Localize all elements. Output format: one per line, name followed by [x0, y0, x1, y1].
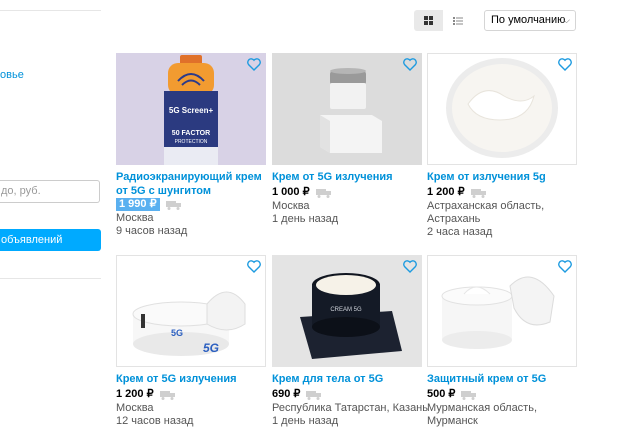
listing-photo[interactable]	[272, 53, 422, 165]
view-toggle	[414, 10, 472, 31]
favorite-heart-icon[interactable]	[403, 260, 417, 273]
price-row: 1 000 ₽	[272, 186, 332, 199]
sidebar-divider-bottom	[0, 278, 101, 279]
listing-location: Москва	[116, 402, 154, 414]
favorite-heart-icon[interactable]	[403, 58, 417, 71]
listing-photo[interactable]: 5G Screen+ 50 FACTOR PROTECTION	[116, 53, 266, 165]
delivery-truck-icon	[306, 390, 322, 400]
delivery-truck-icon	[461, 390, 477, 400]
listing-time: 2 часа назад	[427, 226, 493, 238]
sort-select-value: По умолчанию	[491, 14, 566, 26]
delivery-truck-icon	[159, 390, 175, 400]
product-label-text: PROTECTION	[175, 139, 208, 145]
favorite-heart-icon[interactable]	[558, 260, 572, 273]
product-label-text: 5G Screen+	[169, 106, 214, 115]
delivery-truck-icon	[470, 188, 486, 198]
listing-time: 12 часов назад	[116, 415, 194, 427]
price-row: 1 990 ₽	[116, 198, 182, 211]
listing-title[interactable]: Крем от 5G излучения	[272, 170, 422, 184]
show-results-button[interactable]: объявлений	[0, 229, 101, 251]
list-view-button[interactable]	[443, 10, 472, 31]
listing-price: 1 000 ₽	[272, 186, 310, 198]
listing-location: Астраханская область, Астрахань	[427, 200, 545, 225]
listing-time: 1 день назад	[272, 415, 339, 427]
listing-photo[interactable]: CREAM 5G	[272, 255, 422, 367]
product-label-text: 5G	[203, 341, 219, 355]
listing-price: 690 ₽	[272, 388, 301, 400]
sort-select[interactable]: По умолчанию ⌵	[484, 10, 576, 31]
delivery-truck-icon	[165, 200, 181, 210]
favorite-heart-icon[interactable]	[247, 260, 261, 273]
grid-view-icon	[424, 16, 433, 25]
listing-location: Мурманская область, Мурманск	[427, 402, 538, 427]
listing-location: Москва	[116, 212, 154, 224]
product-photo: 5G 5G	[117, 256, 265, 366]
product-photo	[428, 54, 576, 164]
listing-time: 1 день назад	[272, 213, 339, 225]
chevron-down-icon: ⌵	[563, 15, 570, 25]
product-photo: 5G Screen+ 50 FACTOR PROTECTION	[116, 53, 266, 165]
product-label-text: CREAM 5G	[330, 307, 362, 313]
price-to-field[interactable]	[0, 180, 100, 203]
price-row: 690 ₽	[272, 388, 322, 401]
price-row: 1 200 ₽	[116, 388, 176, 401]
grid-view-button[interactable]	[414, 10, 443, 31]
listing-location: Москва	[272, 200, 310, 212]
product-photo: CREAM 5G	[272, 255, 422, 367]
price-to-input[interactable]	[0, 181, 97, 201]
favorite-heart-icon[interactable]	[247, 58, 261, 71]
listing-price: 1 200 ₽	[116, 388, 154, 400]
product-photo	[428, 256, 576, 366]
listing-photo[interactable]	[427, 255, 577, 367]
product-label-text: 50 FACTOR	[172, 130, 210, 137]
listing-location: Республика Татарстан, Казань	[272, 402, 428, 414]
listing-title[interactable]: Радиоэкранирующий крем от 5G с шунгитом	[116, 170, 266, 198]
sidebar-category-link[interactable]: овье	[0, 68, 24, 82]
list-view-icon	[452, 16, 463, 25]
delivery-truck-icon	[315, 188, 331, 198]
listing-title[interactable]: Крем для тела от 5G	[272, 372, 422, 386]
product-photo	[272, 53, 422, 165]
sidebar-divider-top	[0, 10, 101, 11]
listing-price: 1 200 ₽	[427, 186, 465, 198]
listing-photo[interactable]	[427, 53, 577, 165]
price-row: 1 200 ₽	[427, 186, 487, 199]
product-label-text: 5G	[171, 328, 183, 338]
listing-title[interactable]: Крем от 5G излучения	[116, 372, 266, 386]
listing-price: 1 990 ₽	[116, 198, 160, 211]
listing-title[interactable]: Защитный крем от 5G	[427, 372, 577, 386]
listing-title[interactable]: Крем от излучения 5g	[427, 170, 577, 184]
listing-photo[interactable]: 5G 5G	[116, 255, 266, 367]
listing-time: 9 часов назад	[116, 225, 188, 237]
price-row: 500 ₽	[427, 388, 477, 401]
listing-price: 500 ₽	[427, 388, 456, 400]
favorite-heart-icon[interactable]	[558, 58, 572, 71]
